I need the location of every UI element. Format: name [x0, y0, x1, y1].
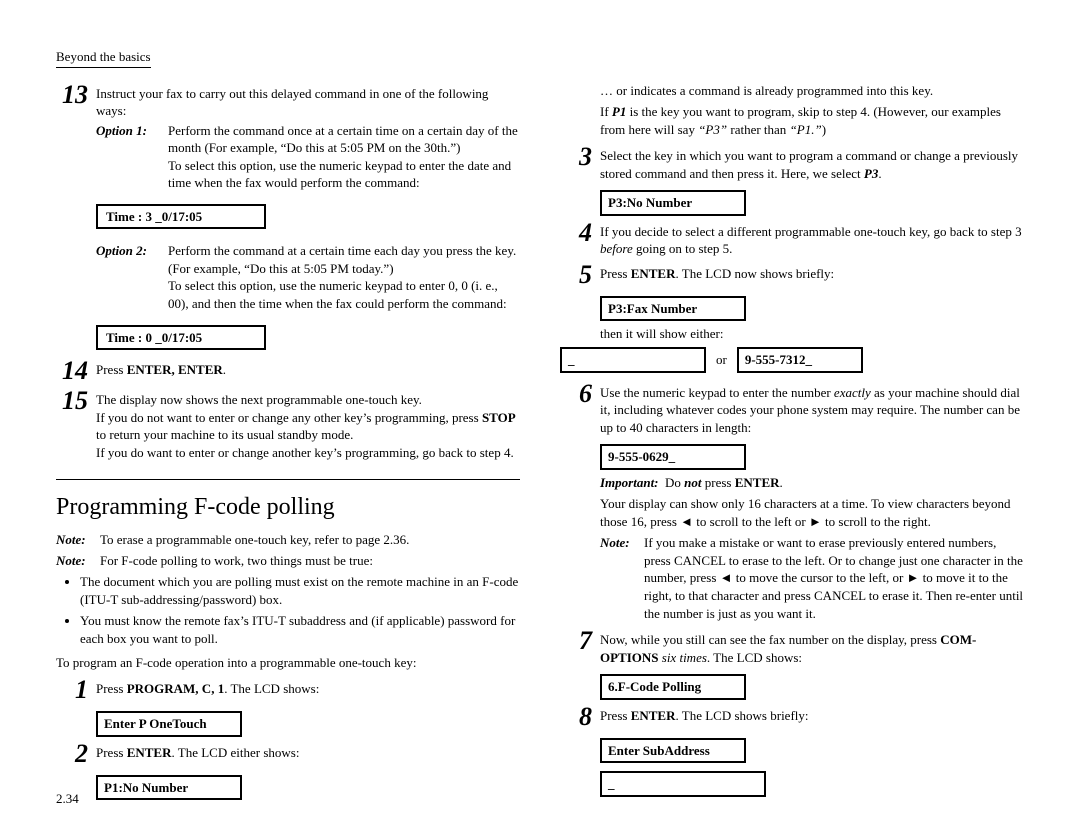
lcd-p1-no-number: P1:No Number [96, 775, 242, 801]
lcd-fcode-polling: 6.F-Code Polling [600, 674, 746, 700]
page-number: 2.34 [56, 790, 79, 808]
left-column: 13 Instruct your fax to carry out this d… [56, 82, 520, 805]
step-15-l2k: STOP [482, 410, 516, 425]
lcd-9-555-7312: 9-555-7312_ [737, 347, 863, 373]
right-line-1: … or indicates a command is already prog… [600, 82, 1024, 100]
option-1-text-1: Perform the command once at a certain ti… [168, 122, 520, 157]
step-14-a: Press [96, 362, 127, 377]
step-14-b: . [223, 362, 226, 377]
note-2-label: Note: [56, 552, 100, 570]
lcd-blank: _ [560, 347, 706, 373]
lcd-enter-p: Enter P OneTouch [96, 711, 242, 737]
page-header: Beyond the basics [56, 48, 151, 68]
intro-para: To program an F-code operation into a pr… [56, 654, 520, 672]
option-2-label: Option 2: [96, 242, 168, 312]
r-step-7-num: 7 [560, 628, 592, 666]
step-13-num: 13 [56, 82, 88, 194]
step-15-l2a: If you do not want to enter or change an… [96, 410, 482, 425]
or-text: or [716, 351, 727, 369]
note-1-text: To erase a programmable one-touch key, r… [100, 531, 520, 549]
right-column: … or indicates a command is already prog… [560, 82, 1024, 805]
divider [56, 479, 520, 480]
r-step-6-num: 6 [560, 381, 592, 437]
r-step-6-p2: Your display can show only 16 characters… [600, 495, 1024, 530]
r-step-3-num: 3 [560, 144, 592, 182]
r-step-8-num: 8 [560, 704, 592, 730]
then-text: then it will show either: [600, 325, 1024, 343]
r-step-6-note-lbl: Note: [600, 534, 644, 622]
p-step-1-num: 1 [56, 677, 88, 703]
r-step-4-num: 4 [560, 220, 592, 258]
p-step-2-num: 2 [56, 741, 88, 767]
option-1-text-2: To select this option, use the numeric k… [168, 157, 520, 192]
section-heading: Programming F-code polling [56, 494, 520, 521]
option-1-label: Option 1: [96, 122, 168, 192]
lcd-blank-2: _ [600, 771, 766, 797]
step-14-num: 14 [56, 358, 88, 384]
option-2-text-1: Perform the command at a certain time ea… [168, 242, 520, 277]
step-15-l1: The display now shows the next programma… [96, 391, 520, 409]
lcd-p3-fax: P3:Fax Number [600, 296, 746, 322]
step-14-key: ENTER, ENTER [127, 362, 223, 377]
lcd-time-0: Time : 0 _0/17:05 [96, 325, 266, 351]
step-15-num: 15 [56, 388, 88, 461]
lcd-p3-no-number: P3:No Number [600, 190, 746, 216]
r-step-6-note: If you make a mistake or want to erase p… [644, 534, 1024, 622]
lcd-enter-subaddress: Enter SubAddress [600, 738, 746, 764]
step-15-l2b: to return your machine to its usual stan… [96, 427, 353, 442]
lcd-9-555-0629: 9-555-0629_ [600, 444, 746, 470]
lcd-time-3: Time : 3 _0/17:05 [96, 204, 266, 230]
step-15-l3: If you do want to enter or change anothe… [96, 444, 520, 462]
bullet-2: You must know the remote fax’s ITU-T sub… [80, 612, 520, 647]
r-step-5-num: 5 [560, 262, 592, 288]
bullet-1: The document which you are polling must … [80, 573, 520, 608]
note-2-text: For F-code polling to work, two things m… [100, 552, 520, 570]
option-2-text-2: To select this option, use the numeric k… [168, 277, 520, 312]
note-1-label: Note: [56, 531, 100, 549]
step-13-text: Instruct your fax to carry out this dela… [96, 85, 520, 120]
